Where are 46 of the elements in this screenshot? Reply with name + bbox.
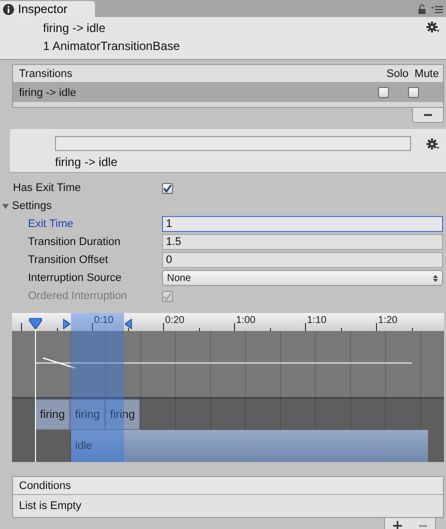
column-header: Mute [414, 68, 439, 80]
field-label: Transition Offset [27, 254, 110, 266]
time-ruler[interactable]: 0:10 0:20 1:00 1:10 1:20 [12, 313, 444, 332]
minus-icon [418, 524, 426, 526]
field-label: Transition Duration [27, 236, 122, 248]
transition-name: firing -> idle [19, 86, 76, 98]
name-field[interactable] [55, 136, 411, 151]
field-label: Has Exit Time [12, 182, 82, 194]
column-header: Solo [386, 68, 409, 80]
updown-arrow-icon [433, 274, 438, 282]
info-icon [3, 4, 14, 14]
minus-icon [424, 114, 432, 116]
field-label: Exit Time [27, 218, 74, 230]
transition-label: firing -> idle [55, 155, 118, 169]
time-label: 0:10 [94, 315, 114, 326]
time-label: 1:10 [307, 315, 326, 326]
checkbox[interactable] [408, 87, 419, 98]
dropdown[interactable]: None [162, 270, 443, 286]
plus-icon [393, 521, 402, 529]
object-title: firing -> idle [43, 21, 106, 35]
checkbox[interactable] [378, 87, 389, 98]
menu-icon[interactable] [431, 5, 443, 13]
list-header: Conditions [19, 480, 71, 492]
lock-icon[interactable] [418, 4, 426, 14]
number-field[interactable]: 1 [162, 216, 443, 232]
playhead-marker-icon[interactable] [29, 318, 42, 329]
gear-icon[interactable] [426, 21, 440, 33]
source-clip[interactable]: firing [35, 399, 70, 430]
settings-foldout[interactable]: Settings [0, 200, 52, 212]
field-label: Ordered Interruption [27, 290, 128, 302]
empty-list-text: List is Empty [19, 500, 82, 512]
field-label: Interruption Source [27, 272, 123, 284]
time-label: 0:20 [165, 315, 184, 326]
checkbox[interactable] [162, 182, 173, 194]
time-label: 1:20 [378, 315, 398, 326]
remove-button[interactable] [412, 108, 444, 123]
inspector-tab[interactable]: Inspector [0, 1, 95, 17]
transition-row[interactable]: firing -> idle [13, 83, 443, 102]
number-field[interactable]: 0 [162, 252, 443, 268]
triangle-icon [2, 202, 9, 210]
number-field[interactable]: 1.5 [162, 234, 443, 250]
time-label: 1:00 [236, 315, 256, 326]
object-subtitle: 1 AnimatorTransitionBase [43, 39, 180, 53]
gear-icon[interactable] [426, 138, 440, 150]
end-marker-icon[interactable] [125, 319, 132, 329]
list-header: Transitions [19, 68, 72, 80]
